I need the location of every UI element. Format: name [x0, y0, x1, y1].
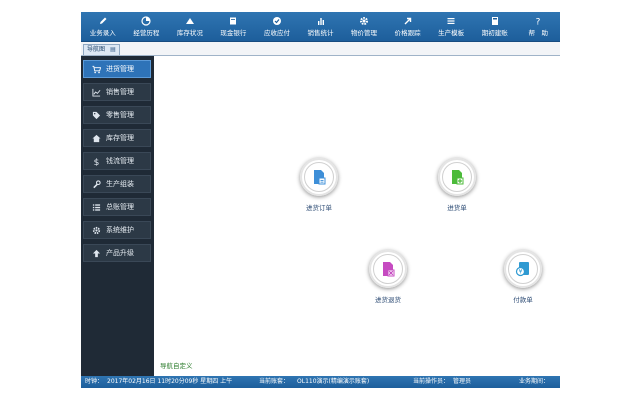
sidebar-item-ledger[interactable]: 总账管理 — [83, 198, 151, 216]
sidebar-item-label: 系统维护 — [106, 226, 134, 234]
dollar-icon: $ — [94, 158, 100, 166]
payment-icon: ¥ — [508, 254, 538, 284]
sidebar-item-retail[interactable]: 零售管理 — [83, 106, 151, 124]
sidebar-item-maintenance[interactable]: 系统维护 — [83, 221, 151, 239]
purchase-return-icon — [373, 254, 403, 284]
tag-icon — [92, 111, 101, 119]
node-circle[interactable]: ¥ — [504, 250, 542, 288]
sidebar-item-cashflow[interactable]: $ 钱流管理 — [83, 152, 151, 170]
list-icon — [92, 203, 101, 211]
bar-chart-icon — [317, 18, 324, 25]
toolbar-production-template-button[interactable]: 生产模板 — [429, 12, 473, 41]
main-toolbar: 业务录入 经营历程 库存状况 现金银行 应收应付 销售统计 物价管理 价格跟踪 — [81, 12, 560, 42]
toolbar-cash-bank-button[interactable]: 现金银行 — [212, 12, 256, 41]
toolbar-opening-account-button[interactable]: 期初建账 — [473, 12, 517, 41]
node-label: 付款单 — [513, 296, 533, 304]
gear-icon — [92, 226, 101, 234]
node-payment[interactable]: ¥ 付款单 — [496, 250, 556, 320]
toolbar-label: 帮 助 — [528, 29, 548, 37]
tab-navigation-map[interactable]: 导航图 ▤ — [83, 44, 121, 55]
toolbar-label: 业务录入 — [89, 29, 116, 37]
toolbar-label: 期初建账 — [481, 29, 508, 37]
toolbar-business-history-button[interactable]: 经营历程 — [125, 12, 169, 41]
customize-navigation-link[interactable]: 导航自定义 — [160, 360, 193, 370]
node-purchase-order[interactable]: 进货订单 — [292, 158, 352, 228]
toolbar-label: 物价管理 — [351, 29, 378, 37]
purchase-receipt-icon — [442, 162, 472, 192]
cart-icon — [92, 65, 101, 73]
svg-text:?: ? — [536, 18, 541, 27]
period-label: 业务期间： — [519, 378, 550, 385]
toolbar-label: 经营历程 — [133, 29, 160, 37]
navigation-map: 进货订单 进货单 进货退货 ¥ 付款单 导航自定义 — [154, 56, 560, 376]
cars-icon — [185, 18, 194, 24]
node-label: 进货退货 — [375, 296, 401, 304]
toolbar-label: 现金银行 — [220, 29, 247, 37]
calculator-icon — [491, 17, 498, 25]
toolbar-label: 库存状况 — [176, 29, 203, 37]
sidebar-item-sales[interactable]: 销售管理 — [83, 83, 151, 101]
node-circle[interactable] — [438, 158, 476, 196]
line-chart-icon — [92, 88, 101, 97]
sidebar: 进货管理 销售管理 零售管理 库存管理 $ 钱流管理 生产组装 总账管理 系统维 — [81, 56, 154, 376]
sidebar-item-upgrade[interactable]: 产品升级 — [83, 244, 151, 262]
sidebar-item-label: 库存管理 — [106, 134, 134, 142]
sidebar-item-label: 生产组装 — [106, 180, 134, 188]
toolbar-help-button[interactable]: ? 帮 助 — [516, 12, 560, 41]
account-label: 当前账套： — [259, 378, 290, 385]
pencil-icon — [99, 17, 107, 24]
toolbar-label: 销售统计 — [307, 29, 334, 37]
toolbar-business-entry-button[interactable]: 业务录入 — [81, 12, 125, 41]
book-icon — [230, 17, 237, 25]
sidebar-item-production[interactable]: 生产组装 — [83, 175, 151, 193]
account-value: OL110演示(精编演示账套) — [297, 378, 370, 385]
clock-value: 2017年02月16日 11时20分09秒 星期四 上午 — [107, 378, 233, 385]
sidebar-item-inventory[interactable]: 库存管理 — [83, 129, 151, 147]
clock-label: 时钟： — [85, 378, 104, 385]
app-window: 业务录入 经营历程 库存状况 现金银行 应收应付 销售统计 物价管理 价格跟踪 — [81, 12, 560, 388]
wrench-icon — [93, 179, 101, 188]
operator-label: 当前操作员： — [413, 378, 450, 385]
home-icon — [92, 134, 101, 142]
toolbar-price-tracking-button[interactable]: 价格跟踪 — [386, 12, 430, 41]
node-label: 进货单 — [447, 204, 467, 212]
sidebar-item-label: 进货管理 — [106, 65, 134, 73]
toolbar-price-management-button[interactable]: 物价管理 — [342, 12, 386, 41]
toolbar-receivable-payable-button[interactable]: 应收应付 — [255, 12, 299, 41]
check-circle-icon — [272, 17, 281, 25]
tab-list-icon[interactable]: ▤ — [109, 46, 117, 53]
node-label: 进货订单 — [306, 204, 332, 212]
sidebar-item-label: 销售管理 — [106, 88, 134, 96]
svg-text:$: $ — [94, 158, 100, 166]
list-icon — [447, 18, 455, 24]
sidebar-item-label: 总账管理 — [106, 203, 134, 211]
toolbar-label: 生产模板 — [438, 29, 465, 37]
tab-label: 导航图 — [87, 46, 106, 53]
toolbar-inventory-status-button[interactable]: 库存状况 — [168, 12, 212, 41]
gear-icon — [360, 17, 369, 25]
sidebar-item-label: 钱流管理 — [106, 157, 134, 165]
toolbar-label: 应收应付 — [263, 29, 290, 37]
arrow-icon — [404, 17, 411, 25]
question-icon: ? — [536, 18, 541, 27]
node-purchase-return[interactable]: 进货退货 — [361, 250, 421, 320]
purchase-order-icon — [304, 162, 334, 192]
sidebar-item-purchase[interactable]: 进货管理 — [83, 60, 151, 78]
node-purchase-receipt[interactable]: 进货单 — [430, 158, 490, 228]
status-bar: 时钟： 2017年02月16日 11时20分09秒 星期四 上午 当前账套： O… — [81, 376, 560, 388]
node-circle[interactable] — [369, 250, 407, 288]
toolbar-label: 价格跟踪 — [394, 29, 421, 37]
operator-value: 管理员 — [453, 378, 472, 385]
upload-icon — [92, 249, 101, 257]
pie-chart-icon — [141, 16, 151, 26]
sidebar-item-label: 产品升级 — [106, 249, 134, 257]
toolbar-sales-stats-button[interactable]: 销售统计 — [299, 12, 343, 41]
tab-strip: 导航图 ▤ — [81, 42, 560, 56]
sidebar-item-label: 零售管理 — [106, 111, 134, 119]
svg-text:¥: ¥ — [519, 269, 523, 276]
node-circle[interactable] — [300, 158, 338, 196]
